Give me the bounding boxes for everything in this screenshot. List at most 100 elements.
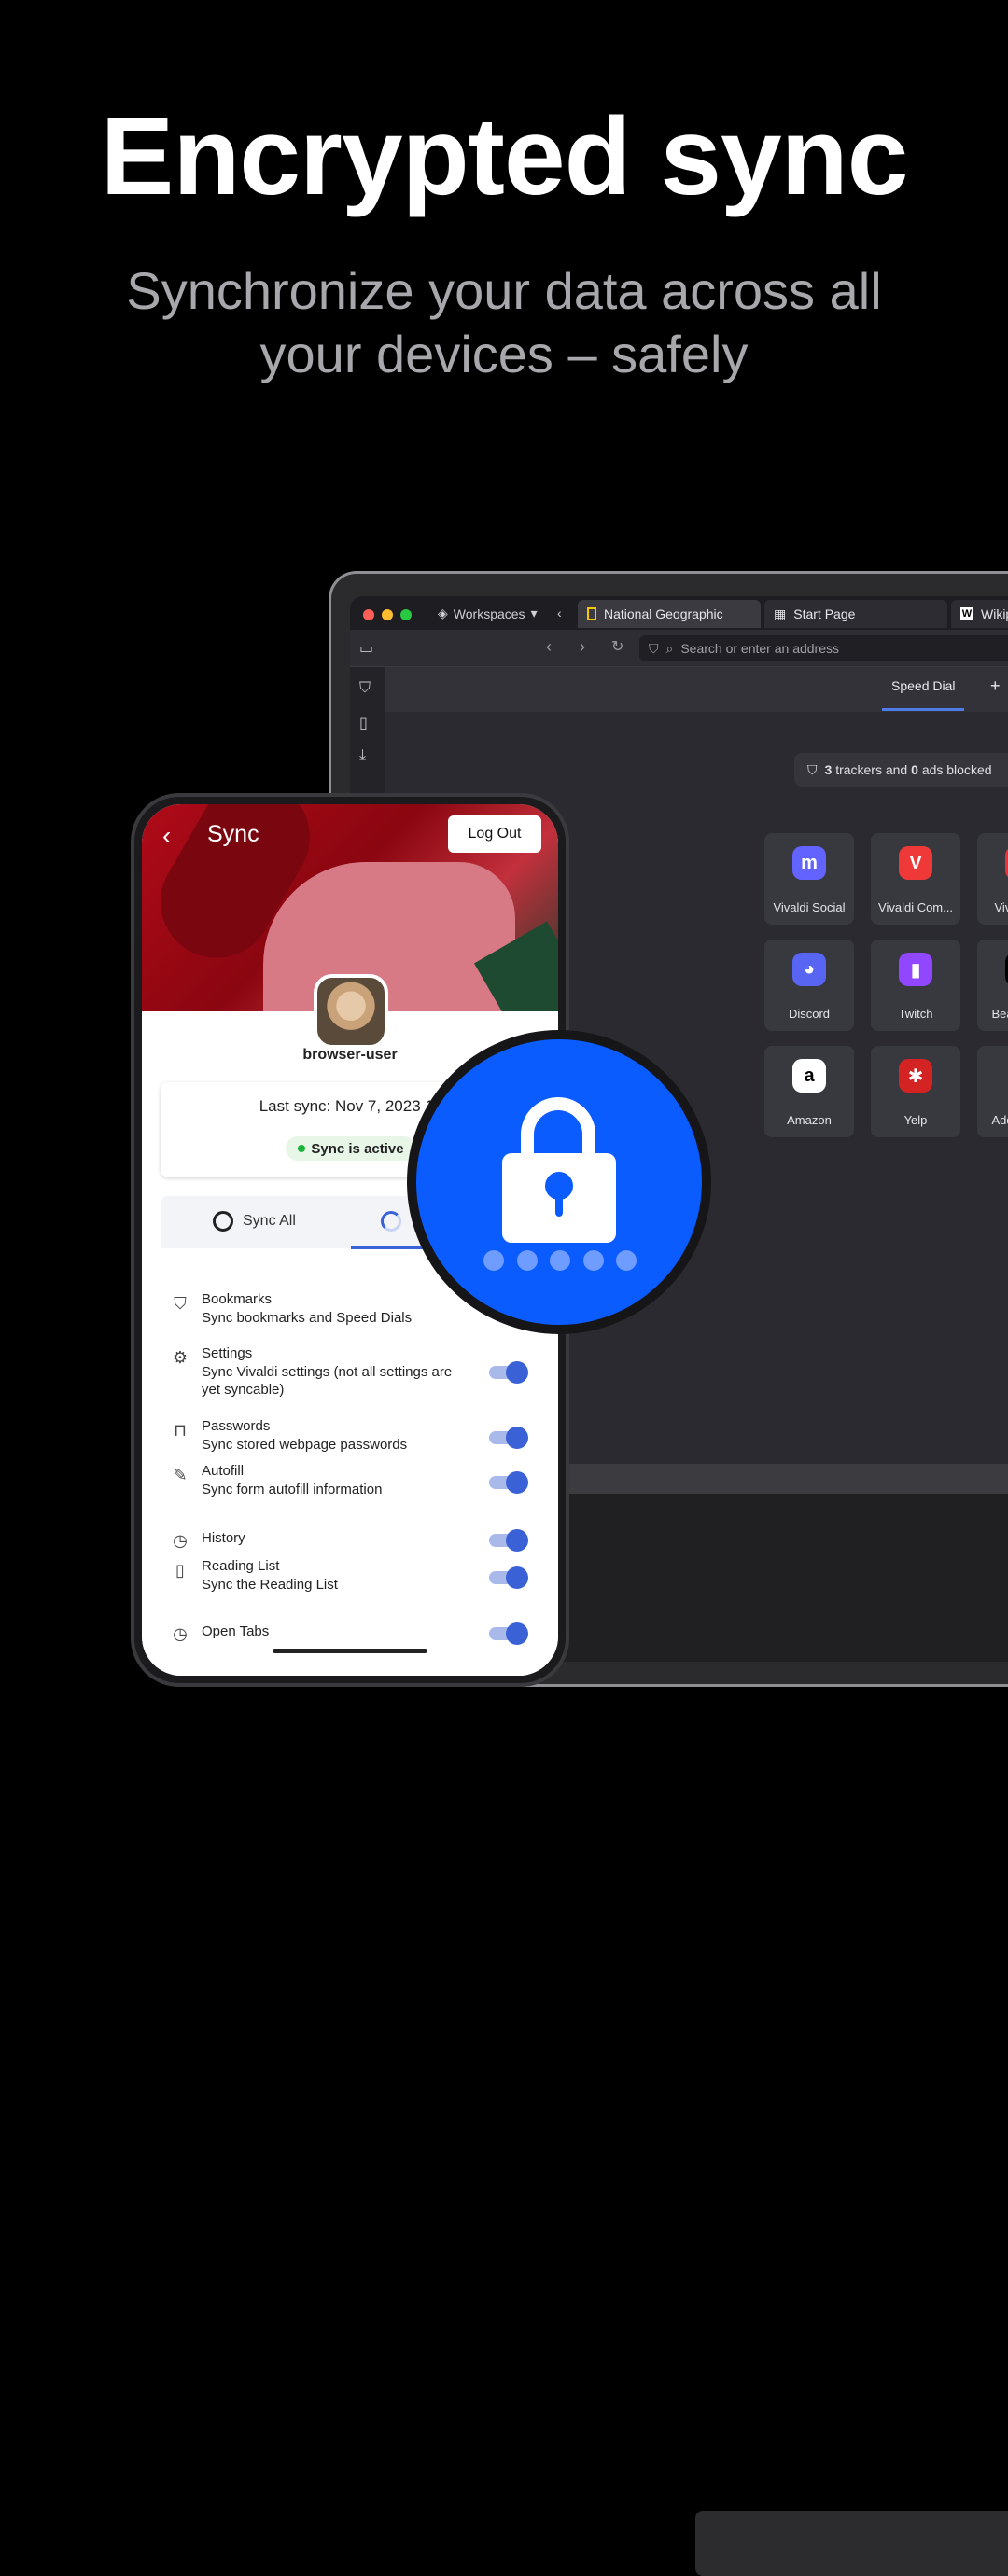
tab-label: Start Page [793, 606, 856, 621]
workspaces-button[interactable]: ◈ Workspaces ▾ [438, 606, 538, 621]
speed-dial-tile[interactable]: +Add New S [977, 1046, 1008, 1137]
sync-option-subtitle: Sync the Reading List [202, 1577, 338, 1593]
browser-tab-bar: ◈ Workspaces ▾ ‹ National Geographic ▦ S… [350, 596, 1008, 630]
sync-option-subtitle: Sync form autofill information [202, 1482, 383, 1497]
tab-label: National Geographic [604, 606, 723, 621]
sync-toggle[interactable] [489, 1566, 528, 1589]
tracker-blocker-badge[interactable]: ⛉ 3 trackers and 0 ads blocked [794, 753, 1008, 787]
speed-dial-tile[interactable]: V Vivaldi Com... [871, 833, 960, 925]
loading-spinner-icon [381, 1211, 401, 1232]
status-text: Sync is active [311, 1140, 404, 1157]
sync-option-title: Autofill [202, 1463, 245, 1479]
tile-label: Discord [788, 1007, 831, 1021]
tracker-label: trackers and [835, 762, 908, 777]
tile-label: Beautiful Fi [991, 1007, 1008, 1021]
password-dot [516, 1250, 538, 1271]
shield-icon: ⛉ [807, 761, 818, 777]
wikipedia-icon: W [960, 607, 973, 620]
tab-speed-dial[interactable]: Speed Dial [891, 678, 956, 693]
tracker-text: 3 trackers and 0 ads blocked [825, 762, 992, 777]
password-dot [616, 1250, 637, 1271]
tile-label: Twitch [898, 1007, 933, 1021]
close-window-button[interactable] [363, 609, 374, 620]
page-title: Sync [207, 821, 259, 847]
bookmark-icon[interactable]: ⛉ [359, 680, 376, 697]
sync-option-title: Bookmarks [202, 1291, 273, 1307]
home-indicator [273, 1649, 427, 1653]
tile-label: Add New S [991, 1113, 1008, 1127]
active-dot-icon [298, 1145, 306, 1152]
grid-icon: ▦ [774, 606, 787, 621]
mastodon-icon: m [792, 846, 826, 880]
maximize-window-button[interactable] [400, 609, 412, 620]
sync-toggle[interactable] [489, 1427, 528, 1449]
sync-toggle[interactable] [489, 1361, 528, 1384]
back-arrow-icon[interactable]: ‹ [162, 823, 185, 849]
reading-list-icon[interactable]: ▯ [359, 714, 376, 731]
sync-option-subtitle: Sync stored webpage passwords [202, 1437, 408, 1453]
add-speed-dial-button[interactable]: + [990, 676, 1001, 696]
tile-label: Vivaldi Com... [878, 900, 953, 914]
tab-sync-all[interactable]: Sync All [213, 1211, 296, 1232]
amazon-icon: a [792, 1059, 826, 1093]
sync-option-title: Settings [202, 1345, 253, 1361]
tab-label: Wikiped [981, 606, 1008, 621]
back-icon[interactable]: ‹ [546, 637, 552, 657]
keyhole-slot [555, 1191, 563, 1217]
address-bar[interactable]: ⛉ ⌕ Search or enter an address [639, 635, 1008, 661]
lock-icon: ⊓ [173, 1421, 188, 1440]
speed-dial-tile[interactable]: ◉Vivaldi Ga [977, 833, 1008, 925]
chevron-down-icon: ▾ [530, 606, 538, 620]
log-out-button[interactable]: Log Out [448, 815, 541, 853]
search-icon: ⌕ [665, 640, 674, 656]
pencil-icon: ✎ [173, 1466, 188, 1484]
speed-dial-underline [882, 708, 964, 711]
avatar [314, 974, 388, 1049]
lock-icon [502, 1153, 616, 1243]
sync-toggle[interactable] [489, 1622, 528, 1645]
trackpad [695, 2511, 1008, 2576]
tile-label: Vivaldi Social [773, 900, 846, 914]
speed-dial-tile[interactable]: ▙Beautiful Fi [977, 940, 1008, 1031]
subheadline: Synchronize your data across all your de… [126, 261, 882, 383]
speed-dial-tile[interactable]: ◕ Discord [764, 940, 854, 1031]
clock-icon: ◷ [173, 1624, 188, 1643]
bookmark-icon: ⛉ [174, 1294, 187, 1313]
radio-circle-icon [213, 1211, 233, 1232]
sync-option-title: Passwords [202, 1418, 271, 1434]
speed-dial-tile[interactable]: ✱ Yelp [871, 1046, 960, 1137]
workspaces-label: Workspaces [453, 606, 525, 621]
sync-option-title: Reading List [202, 1558, 280, 1574]
password-dot [550, 1250, 570, 1271]
book-icon: ▯ [175, 1561, 185, 1580]
encryption-lock-badge [407, 1030, 711, 1334]
headline: Encrypted sync [100, 95, 909, 218]
tile-label: Yelp [903, 1113, 928, 1127]
speed-dial-tile[interactable]: ▮ Twitch [871, 940, 960, 1031]
yelp-icon: ✱ [899, 1059, 932, 1093]
twitch-icon: ▮ [899, 953, 932, 986]
speed-dial-bar: Speed Dial + ⛉ [385, 667, 1008, 712]
vivaldi-icon: V [899, 846, 932, 880]
password-dot [582, 1250, 604, 1271]
tab-national-geographic[interactable]: National Geographic [578, 600, 761, 628]
gear-icon: ⚙ [172, 1348, 189, 1367]
download-icon[interactable]: ⤓ [359, 747, 376, 764]
sync-toggle[interactable] [489, 1471, 528, 1494]
speed-dial-tile[interactable]: a Amazon [764, 1046, 854, 1137]
ads-count: 0 [911, 762, 918, 777]
tile-label: Amazon [787, 1113, 832, 1127]
reload-icon[interactable]: ↻ [611, 637, 623, 656]
tab-wikipedia[interactable]: W Wikiped [951, 600, 1008, 628]
speed-dial-tile[interactable]: m Vivaldi Social [764, 833, 854, 925]
tab-scroll-left-icon[interactable]: ‹ [557, 606, 562, 620]
sync-toggle[interactable] [489, 1529, 528, 1552]
minimize-window-button[interactable] [382, 609, 393, 620]
forward-icon[interactable]: › [580, 637, 585, 657]
ads-label: ads blocked [921, 762, 992, 777]
panel-toggle-icon[interactable]: ▭ [359, 639, 373, 658]
sync-option-title: Open Tabs [202, 1623, 270, 1639]
tab-start-page[interactable]: ▦ Start Page [764, 600, 947, 628]
password-dot [483, 1250, 504, 1271]
address-toolbar: ▭ ‹ › ↻ ⛉ ⌕ Search or enter an address [350, 630, 1008, 667]
